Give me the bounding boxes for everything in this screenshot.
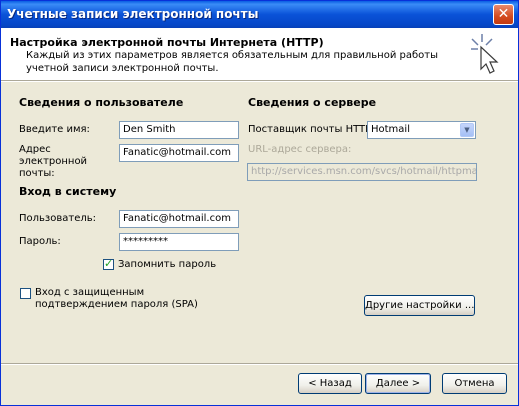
next-button[interactable]: Далее > [365,373,431,394]
spa-checkbox[interactable] [20,288,31,299]
user-info-heading: Сведения о пользователе [19,96,184,109]
provider-select[interactable]: Hotmail ▼ [367,121,476,139]
page-description: Каждый из этих параметров является обяза… [26,50,438,74]
header-separator [1,80,518,82]
chevron-down-icon[interactable]: ▼ [460,123,474,137]
back-button[interactable]: < Назад [298,373,362,394]
username-input[interactable]: Fanatic@hotmail.com [119,210,239,228]
remember-password-label[interactable]: Запомнить пароль [118,259,216,270]
cancel-button[interactable]: Отмена [442,373,507,394]
spa-label-line1[interactable]: Вход с защищенным [35,287,144,298]
password-label: Пароль: [19,236,61,247]
username-label: Пользователь: [19,213,97,224]
login-heading: Вход в систему [19,185,117,198]
close-button[interactable]: ✕ [493,4,514,25]
title-bar[interactable]: Учетные записи электронной почты ✕ [1,1,518,28]
close-icon: ✕ [497,6,510,22]
server-url-input[interactable]: http://services.msn.com/svcs/hotmail/htt… [247,163,477,181]
provider-value: Hotmail [371,124,410,135]
wizard-header: Настройка электронной почты Интернета (H… [1,28,518,80]
password-input[interactable]: ********* [119,233,239,251]
server-url-label: URL-адрес сервера: [248,144,352,155]
footer-separator [1,363,518,365]
more-settings-button[interactable]: Другие настройки ... [364,295,475,316]
name-label: Введите имя: [19,124,90,135]
window-title: Учетные записи электронной почты [7,7,259,21]
spa-label-line2[interactable]: подтверждением пароля (SPA) [35,299,198,310]
wizard-cursor-icon [471,34,499,74]
page-title: Настройка электронной почты Интернета (H… [10,36,324,49]
name-input[interactable]: Den Smith [119,121,239,139]
server-info-heading: Сведения о сервере [248,96,377,109]
email-input[interactable]: Fanatic@hotmail.com [119,144,239,162]
email-label: Адрес электронной почты: [19,144,88,179]
remember-password-checkbox[interactable] [103,257,114,270]
provider-label: Поставщик почты HTTP: [248,124,375,135]
email-accounts-dialog: Учетные записи электронной почты ✕ Настр… [0,0,519,406]
